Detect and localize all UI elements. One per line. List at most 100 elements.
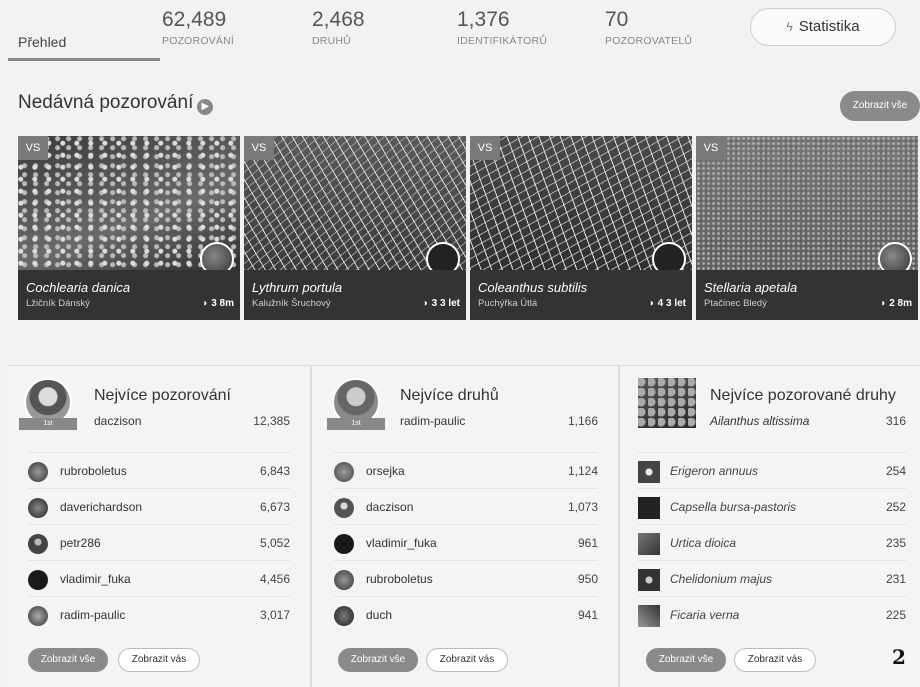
count: 1,073 xyxy=(567,500,598,514)
observation-caption: Stellaria apetala Ptačinec Bledý ◗ 2 8m xyxy=(696,270,918,320)
lightning-icon: ϟ xyxy=(786,20,793,34)
stat-value: 2,468 xyxy=(312,8,365,31)
observation-common-name: Lžičník Dánský xyxy=(26,298,90,309)
show-all-button[interactable]: Zobrazit vše xyxy=(28,648,108,672)
count: 6,673 xyxy=(259,500,290,514)
observation-latin-name: Coleanthus subtilis xyxy=(478,280,588,295)
avatar xyxy=(334,462,354,482)
observation-caption: Coleanthus subtilis Puchýřka Útlá ◗ 4 3 … xyxy=(470,270,692,320)
list-item[interactable]: Urtica dioica 235 xyxy=(638,524,906,560)
list-item[interactable]: radim-paulic 3,017 xyxy=(28,596,290,632)
list-item[interactable]: Erigeron annuus 254 xyxy=(638,452,906,488)
species-thumbnail[interactable] xyxy=(638,378,696,428)
count: 961 xyxy=(577,536,598,550)
species-thumbnail xyxy=(638,533,660,555)
list-item[interactable]: Ficaria verna 225 xyxy=(638,596,906,632)
panel-title: Nejvíce pozorování xyxy=(94,387,231,404)
observation-common-name: Kalužník Šruchový xyxy=(252,298,331,309)
list-item[interactable]: duch 941 xyxy=(334,596,598,632)
count: 6,843 xyxy=(259,464,290,478)
most-observed-species-panel: Nejvíce pozorované druhy Ailanthus altis… xyxy=(620,365,920,687)
username: radim-paulic xyxy=(60,608,126,622)
observation-card[interactable]: VS Cochlearia danica Lžičník Dánský ◗ 3 … xyxy=(18,136,240,320)
list-item[interactable]: vladimir_fuka 961 xyxy=(334,524,598,560)
count: 254 xyxy=(885,464,906,478)
stat-label: IDENTIFIKÁTORŮ xyxy=(457,35,548,47)
stat-observers[interactable]: 70 POZOROVATELŮ xyxy=(605,8,692,47)
show-all-button[interactable]: Zobrazit vše xyxy=(646,648,726,672)
recent-observations-title[interactable]: Nedávná pozorování ▶ xyxy=(18,92,214,115)
list-item[interactable]: Chelidonium majus 231 xyxy=(638,560,906,596)
observation-meta-text: 2 8m xyxy=(889,298,912,309)
identification-count-icon: ◗ xyxy=(422,298,429,309)
username: vladimir_fuka xyxy=(366,536,437,550)
list-item[interactable]: rubroboletus 950 xyxy=(334,560,598,596)
list-item[interactable]: daverichardson 6,673 xyxy=(28,488,290,524)
observation-latin-name: Lythrum portula xyxy=(252,280,343,295)
show-you-button[interactable]: Zobrazit vás xyxy=(426,648,508,672)
tab-overview[interactable]: Přehled xyxy=(18,34,66,50)
page-number: 2 xyxy=(892,645,906,669)
stat-species[interactable]: 2,468 DRUHŮ xyxy=(312,8,365,47)
species-name: Erigeron annuus xyxy=(670,464,759,478)
username: daczison xyxy=(366,500,414,514)
stat-value: 62,489 xyxy=(162,8,227,31)
list-item[interactable]: rubroboletus 6,843 xyxy=(28,452,290,488)
observation-caption: Lythrum portula Kalužník Šruchový ◗ 3 3 … xyxy=(244,270,466,320)
stat-value: 1,376 xyxy=(457,8,510,31)
observation-caption: Cochlearia danica Lžičník Dánský ◗ 3 8m xyxy=(18,270,240,320)
observation-meta-text: 3 3 let xyxy=(431,298,460,309)
statistics-button[interactable]: ϟ Statistika xyxy=(750,8,896,46)
observation-meta-text: 4 3 let xyxy=(657,298,686,309)
leader-username[interactable]: daczison xyxy=(94,414,141,428)
active-tab-indicator xyxy=(8,58,160,61)
observation-common-name: Ptačinec Bledý xyxy=(704,298,767,309)
username: rubroboletus xyxy=(60,464,127,478)
count: 950 xyxy=(577,572,598,586)
recent-observations-title-text: Nedávná pozorování xyxy=(18,92,194,113)
show-all-recent-button[interactable]: Zobrazit vše xyxy=(840,91,920,121)
observation-meta: ◗ 3 3 let xyxy=(423,298,460,309)
list-item[interactable]: orsejka 1,124 xyxy=(334,452,598,488)
observation-card[interactable]: VS Lythrum portula Kalužník Šruchový ◗ 3… xyxy=(244,136,466,320)
first-place-ribbon: 1st xyxy=(327,418,385,430)
observation-latin-name: Stellaria apetala xyxy=(704,280,798,295)
username: petr286 xyxy=(60,536,101,550)
observation-badge: VS xyxy=(470,136,500,160)
avatar xyxy=(334,534,354,554)
observation-meta: ◗ 3 8m xyxy=(202,298,234,309)
list-item[interactable]: Capsella bursa-pastoris 252 xyxy=(638,488,906,524)
stat-identifiers[interactable]: 1,376 IDENTIFIKÁTORŮ xyxy=(457,8,547,47)
leader-username[interactable]: radim-paulic xyxy=(400,414,465,428)
show-you-button[interactable]: Zobrazit vás xyxy=(734,648,816,672)
observation-badge: VS xyxy=(18,136,48,160)
panel-title: Nejvíce pozorované druhy xyxy=(710,387,896,404)
list-item[interactable]: daczison 1,073 xyxy=(334,488,598,524)
species-thumbnail xyxy=(638,461,660,483)
count: 3,017 xyxy=(259,608,290,622)
list-item[interactable]: petr286 5,052 xyxy=(28,524,290,560)
species-name: Urtica dioica xyxy=(670,536,737,550)
list-item[interactable]: vladimir_fuka 4,456 xyxy=(28,560,290,596)
species-thumbnail xyxy=(638,569,660,591)
stat-label: POZOROVATELŮ xyxy=(605,35,693,47)
show-you-button[interactable]: Zobrazit vás xyxy=(118,648,200,672)
stats-header: Přehled 62,489 POZOROVÁNÍ 2,468 DRUHŮ 1,… xyxy=(0,0,920,62)
count: 225 xyxy=(885,608,906,622)
username: orsejka xyxy=(366,464,405,478)
count: 4,456 xyxy=(259,572,290,586)
identification-count-icon: ◗ xyxy=(880,298,887,309)
show-all-button[interactable]: Zobrazit vše xyxy=(338,648,418,672)
most-species-panel: 1st Nejvíce druhů radim-paulic 1,166 ors… xyxy=(312,365,618,687)
identification-count-icon: ◗ xyxy=(202,298,209,309)
leader-species-name[interactable]: Ailanthus altissima xyxy=(710,414,809,428)
observation-card[interactable]: VS Stellaria apetala Ptačinec Bledý ◗ 2 … xyxy=(696,136,918,320)
species-thumbnail xyxy=(638,497,660,519)
observation-card[interactable]: VS Coleanthus subtilis Puchýřka Útlá ◗ 4… xyxy=(470,136,692,320)
username: daverichardson xyxy=(60,500,143,514)
avatar xyxy=(28,462,48,482)
avatar xyxy=(334,606,354,626)
leader-count: 1,166 xyxy=(567,414,598,428)
statistics-button-label: Statistika xyxy=(798,18,860,35)
stat-observations[interactable]: 62,489 POZOROVÁNÍ xyxy=(162,8,234,47)
